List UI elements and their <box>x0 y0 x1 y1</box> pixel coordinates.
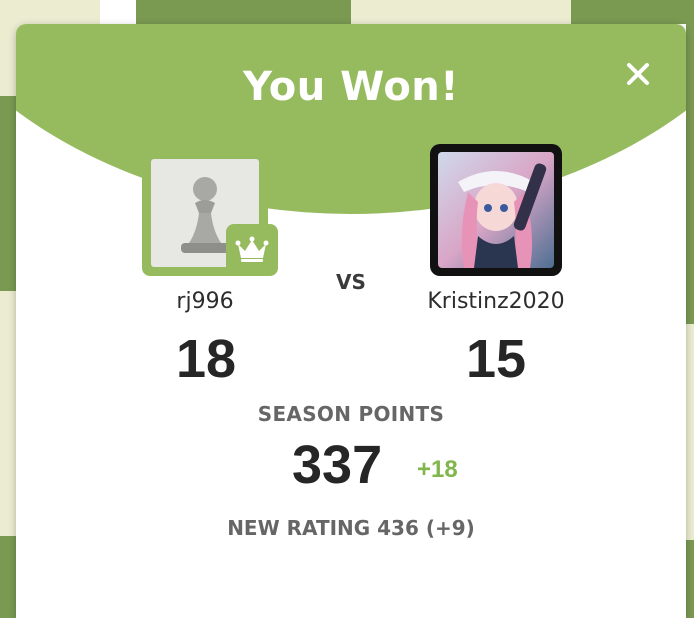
board-square <box>686 24 694 324</box>
close-icon <box>627 63 649 85</box>
anime-avatar-image <box>438 152 554 268</box>
board-square <box>351 0 571 24</box>
result-title: You Won! <box>242 64 460 110</box>
season-points-value: 337 <box>292 435 383 495</box>
player-username-left[interactable]: rj996 <box>142 289 268 314</box>
game-over-modal: You Won! VS rj996 Kristinz2020 18 15 SEA… <box>16 24 686 618</box>
new-rating-text: NEW RATING 436 (+9) <box>227 516 475 540</box>
player-avatar-kristinz2020[interactable] <box>430 144 562 276</box>
crown-icon <box>235 236 269 262</box>
board-square <box>0 291 16 536</box>
player-score-right: 15 <box>465 329 527 389</box>
board-square <box>686 540 694 618</box>
season-points-delta: +18 <box>417 456 458 483</box>
versus-label: VS <box>336 270 366 294</box>
player-username-right[interactable]: Kristinz2020 <box>406 289 586 314</box>
close-button[interactable] <box>616 52 660 96</box>
winner-crown-badge <box>226 224 278 276</box>
board-square <box>0 96 16 291</box>
season-points-label: SEASON POINTS <box>257 402 445 426</box>
player-score-left: 18 <box>175 329 237 389</box>
board-square <box>0 536 16 618</box>
board-square <box>136 0 351 24</box>
board-square <box>571 0 694 24</box>
modal-header-background <box>16 24 686 214</box>
board-square <box>686 324 694 540</box>
